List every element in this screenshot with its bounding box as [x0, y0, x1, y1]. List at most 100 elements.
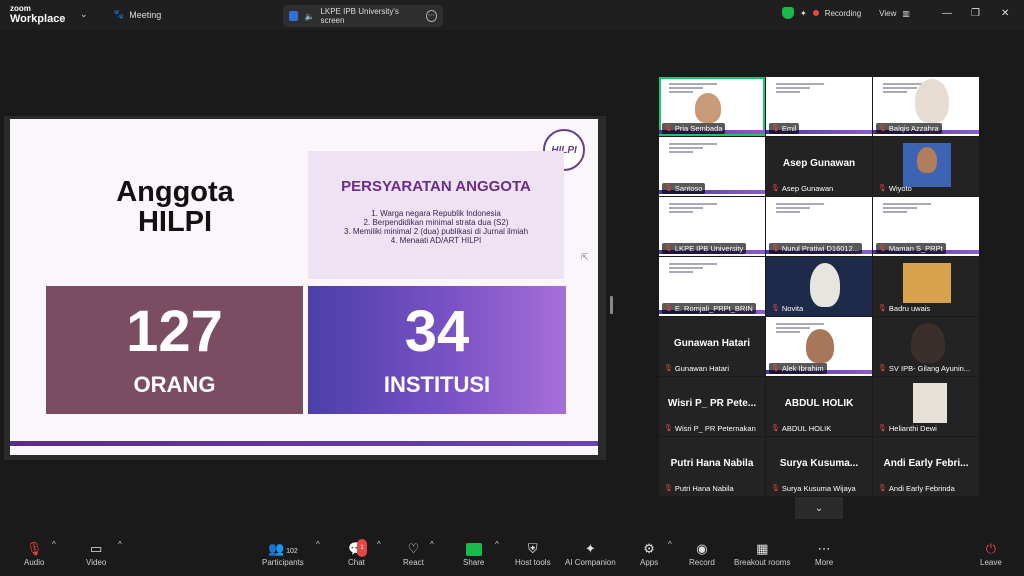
- split-resize-handle[interactable]: [610, 296, 613, 314]
- participant-name: 🎙 Wisri P_ PR Peternakan: [664, 424, 756, 433]
- record-icon: ◉: [696, 541, 708, 556]
- participant-tile[interactable]: 🎙 Nurul Pratiwi D16012...: [766, 197, 872, 256]
- view-grid-icon[interactable]: ▥: [902, 9, 910, 18]
- participant-tile[interactable]: 🎙 LKPE IPB University: [659, 197, 765, 256]
- participant-name: 🎙 E. Romjali_PRPt_BRIN: [662, 303, 756, 314]
- ai-companion-button[interactable]: ✦ AI Companion: [565, 540, 616, 567]
- leave-icon: ⏻: [985, 541, 997, 556]
- participant-tile[interactable]: Wisri P_ PR Pete... 🎙 Wisri P_ PR Peterna…: [659, 377, 765, 436]
- institution-count-label: INSTITUSI: [383, 372, 491, 397]
- view-button[interactable]: View: [879, 9, 896, 18]
- participant-name: 🎙 LKPE IPB University: [662, 243, 747, 254]
- participant-name: 🎙 Emil: [769, 123, 800, 134]
- video-button[interactable]: ▭ Video: [86, 540, 106, 567]
- share-options-caret[interactable]: ^: [495, 540, 499, 549]
- apps-icon: ⚙: [643, 541, 655, 556]
- video-camera-icon: ▭: [90, 541, 103, 556]
- restore-icon[interactable]: ❐: [971, 8, 980, 19]
- participant-name: 🎙 Andi Early Febrinda: [878, 484, 955, 493]
- recording-label[interactable]: Recording: [825, 9, 861, 18]
- share-button[interactable]: Share: [463, 540, 484, 567]
- share-screen-icon: [465, 543, 482, 556]
- institution-count-box: 34 INSTITUSI: [308, 286, 566, 414]
- audio-options-caret[interactable]: ^: [52, 540, 56, 549]
- member-count-label: ORANG: [133, 372, 216, 397]
- participant-tile[interactable]: 🎙 Alek Ibrahim: [766, 317, 872, 376]
- chat-button[interactable]: 💬1 Chat: [348, 539, 367, 567]
- react-options-caret[interactable]: ^: [430, 540, 434, 549]
- participant-display-name: ABDUL HOLIK: [784, 398, 854, 409]
- mic-muted-icon: 🎙: [771, 365, 780, 372]
- gallery-scroll-down-button[interactable]: ⌄: [795, 497, 843, 519]
- mic-muted-icon: 🎙: [771, 485, 780, 492]
- participant-name: 🎙 Badru uwais: [878, 304, 931, 313]
- participant-tile[interactable]: Gunawan Hatari 🎙 Gunawan Hatari: [659, 317, 765, 376]
- participant-tile[interactable]: Andi Early Febri... 🎙 Andi Early Febrinda: [873, 437, 979, 496]
- breakout-rooms-button[interactable]: ▦ Breakout rooms: [734, 540, 790, 567]
- meeting-icon: 🐾: [113, 9, 125, 19]
- mic-muted-icon: 🎙: [878, 305, 887, 312]
- mic-muted-icon: 🎙: [771, 425, 780, 432]
- audio-button[interactable]: 🎙 Audio: [24, 540, 44, 567]
- apps-options-caret[interactable]: ^: [668, 540, 672, 549]
- participants-options-caret[interactable]: ^: [316, 540, 320, 549]
- participant-tile[interactable]: 🎙 Novita: [766, 257, 872, 316]
- participant-tile[interactable]: 🎙 Emil: [766, 77, 872, 136]
- participant-name: 🎙 Helianthi Dewi: [878, 424, 937, 433]
- participant-tile[interactable]: ABDUL HOLIK 🎙 ABDUL HOLIK: [766, 377, 872, 436]
- mic-muted-icon: 🎙: [664, 365, 673, 372]
- participants-icon: 👥 102: [267, 541, 298, 556]
- participant-tile[interactable]: 🎙 Balqis Azzahra: [873, 77, 979, 136]
- participant-display-name: Gunawan Hatari: [673, 338, 751, 349]
- participant-tile[interactable]: Surya Kusuma... 🎙 Surya Kusuma Wijaya: [766, 437, 872, 496]
- participant-gallery: 🎙 Pria Sembada 🎙 Emil 🎙 Balqis Azzahra 🎙 San…: [659, 77, 979, 497]
- close-icon[interactable]: ✕: [1001, 8, 1009, 19]
- participant-tile[interactable]: 🎙 Helianthi Dewi: [873, 377, 979, 436]
- participant-tile[interactable]: 🎙 Pria Sembada: [659, 77, 765, 136]
- participant-tile[interactable]: 🎙 E. Romjali_PRPt_BRIN: [659, 257, 765, 316]
- chevron-down-icon[interactable]: ⌄: [80, 9, 88, 20]
- participant-tile[interactable]: 🎙 Badru uwais: [873, 257, 979, 316]
- chat-icon: 💬1: [348, 539, 367, 558]
- recording-dot-icon: [812, 10, 819, 16]
- participant-tile[interactable]: 🎙 Wiyoto: [873, 137, 979, 196]
- sparkle-icon: ✦: [584, 541, 596, 556]
- mic-muted-icon: 🎙: [25, 541, 43, 556]
- participant-name: 🎙 Novita: [771, 304, 804, 313]
- participant-name: 🎙 SV IPB- Gilang Ayunin...: [878, 364, 971, 373]
- apps-button[interactable]: ⚙ Apps: [640, 540, 658, 567]
- participants-button[interactable]: 👥 102 Participants: [262, 540, 304, 567]
- participant-tile[interactable]: Asep Gunawan 🎙 Asep Gunawan: [766, 137, 872, 196]
- zoom-workplace-brand[interactable]: zoom Workplace: [10, 4, 65, 25]
- participant-name: 🎙 Gunawan Hatari: [664, 364, 730, 373]
- mic-muted-icon: 🎙: [664, 305, 673, 312]
- host-tools-button[interactable]: ⛨ Host tools: [515, 540, 551, 567]
- participant-display-name: Asep Gunawan: [782, 158, 856, 169]
- chat-options-caret[interactable]: ^: [377, 540, 381, 549]
- participant-name: 🎙 Pria Sembada: [662, 123, 726, 134]
- more-button[interactable]: ⋯ More: [815, 540, 833, 567]
- participant-tile[interactable]: 🎙 Maman S_PRPt: [873, 197, 979, 256]
- record-button[interactable]: ◉ Record: [689, 540, 715, 567]
- chevron-down-icon: ⌄: [814, 502, 824, 514]
- sparkle-icon[interactable]: ✦: [800, 9, 807, 18]
- mic-muted-icon: 🎙: [878, 485, 887, 492]
- participant-name: 🎙 Wiyoto: [878, 184, 912, 193]
- leave-button[interactable]: ⏻ Leave: [980, 540, 1002, 567]
- participant-display-name: Andi Early Febri...: [883, 458, 969, 469]
- meeting-menu[interactable]: 🐾 Meeting: [113, 9, 161, 20]
- minimize-icon[interactable]: —: [942, 8, 952, 19]
- react-button[interactable]: ♡ React: [403, 540, 424, 567]
- video-options-caret[interactable]: ^: [118, 540, 122, 549]
- shared-screen-pill[interactable]: 🔈 LKPE IPB University's screen ⋯: [283, 5, 443, 27]
- participant-tile[interactable]: 🎙 Santoso: [659, 137, 765, 196]
- participant-tile[interactable]: Putri Hana Nabila 🎙 Putri Hana Nabila: [659, 437, 765, 496]
- participant-tile[interactable]: 🎙 SV IPB- Gilang Ayunin...: [873, 317, 979, 376]
- participant-name: 🎙 Maman S_PRPt: [876, 243, 946, 254]
- more-options-icon[interactable]: ⋯: [425, 10, 437, 22]
- security-shield-icon[interactable]: [782, 7, 794, 19]
- breakout-grid-icon: ▦: [756, 541, 769, 556]
- mic-muted-icon: 🎙: [664, 185, 673, 192]
- chat-unread-badge: 1: [357, 539, 367, 557]
- institution-count: 34: [404, 299, 470, 364]
